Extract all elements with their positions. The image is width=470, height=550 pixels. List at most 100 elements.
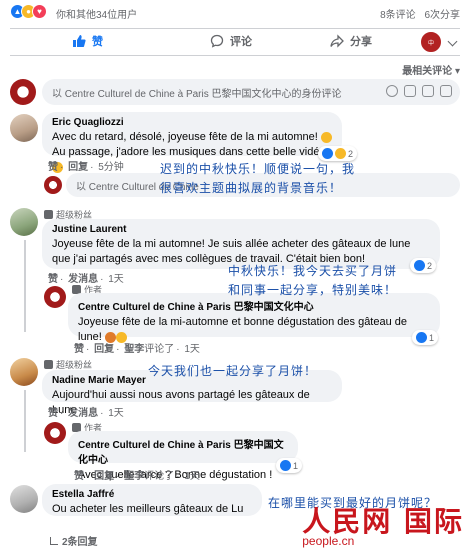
- diamond-icon: [44, 210, 53, 219]
- estella-avatar[interactable]: [10, 485, 38, 513]
- reply-arrow-icon: [50, 536, 58, 545]
- reply-like-link[interactable]: 赞: [74, 344, 84, 355]
- reactions-summary-bar: ▲ ● ♥ 你和其他34位用户 8条评论 6次分享: [0, 0, 470, 24]
- chevron-down-icon[interactable]: [447, 36, 458, 47]
- reply-time[interactable]: 1天: [184, 471, 200, 482]
- sticker-icon[interactable]: [440, 85, 452, 97]
- reaction-count-number: 1: [293, 460, 299, 471]
- reply-reaction-count[interactable]: 1: [276, 458, 303, 473]
- reaction-count-number: 1: [429, 332, 435, 343]
- translation-overlay-3: 今天我们也一起分享了月饼！: [148, 362, 317, 381]
- reply-author[interactable]: Centre Culturel de Chine à Paris 巴黎中国文化中…: [78, 298, 430, 313]
- comment-like-link[interactable]: 赞: [48, 408, 58, 419]
- comment-reply-link[interactable]: 发消息: [68, 408, 98, 419]
- reactions-summary-text[interactable]: 你和其他34位用户: [56, 6, 137, 21]
- comment-input-tools: [386, 85, 452, 97]
- translation-overlay-2: 中秋快乐！我今天去买了月饼 和同事一起分享，特别美味！: [228, 262, 397, 300]
- reply-by-suffix: 评论了: [144, 471, 175, 482]
- comment-like-link[interactable]: 赞: [48, 162, 58, 173]
- thumbs-up-icon: [73, 35, 86, 47]
- replier-avatar: [44, 176, 62, 194]
- camera-icon[interactable]: [404, 85, 416, 97]
- comment-text: Avec du retard, désolé, joyeuse fête de …: [52, 131, 318, 143]
- comment-sort-dropdown[interactable]: 最相关评论 ▾: [402, 62, 460, 77]
- justine-avatar[interactable]: [10, 208, 38, 236]
- comment-text: Ou acheter les meilleurs gâteaux de Lu: [52, 503, 244, 515]
- comment-time[interactable]: 1天: [108, 408, 124, 419]
- translation-line: 和同事一起分享，特别美味！: [228, 283, 398, 297]
- like-reaction-icon: [322, 148, 333, 159]
- comment-meta: 赞 · 发消息 · 1天: [48, 408, 124, 419]
- comment-input[interactable]: 以 Centre Culturel de Chine à Paris 巴黎中国文…: [42, 79, 460, 105]
- author-reply-avatar[interactable]: [44, 286, 66, 308]
- eric-avatar[interactable]: [10, 114, 38, 142]
- reaction-count-number: 2: [348, 148, 354, 159]
- reply-reply-link[interactable]: 回复: [94, 471, 114, 482]
- thread-line: [24, 240, 26, 332]
- like-reaction-icon: [416, 332, 427, 343]
- share-arrow-icon: [330, 34, 344, 48]
- comment-icon: [210, 34, 224, 48]
- reply-reaction-count[interactable]: 1: [412, 330, 439, 345]
- author-reply-avatar[interactable]: [44, 422, 66, 444]
- commenter-avatar[interactable]: [10, 79, 36, 105]
- like-button[interactable]: 赞: [72, 33, 103, 49]
- comment-reaction-count[interactable]: 2: [318, 146, 358, 161]
- reply-by-name[interactable]: 聖李: [124, 344, 144, 355]
- comment-time[interactable]: 5分钟: [98, 162, 124, 173]
- comment-text: Au passage, j'adore les musiques dans ce…: [52, 146, 326, 158]
- share-button[interactable]: 分享: [330, 33, 372, 49]
- like-reaction-icon: [414, 260, 425, 271]
- sort-label: 最相关评论: [402, 66, 453, 77]
- comment-author[interactable]: Justine Laurent: [52, 224, 430, 235]
- share-button-label: 分享: [350, 36, 372, 48]
- comments-shares-count: 8条评论 6次分享: [380, 6, 460, 21]
- reply-meta: 赞 · 回复 · 聖李评论了 · 1天: [74, 471, 200, 482]
- comment-bubble: Estella Jaffré Ou acheter les meilleurs …: [42, 484, 262, 516]
- translation-line: 迟到的中秋快乐！顺便说一句，我: [160, 162, 356, 176]
- reaction-icons[interactable]: ▲ ● ♥: [10, 4, 47, 19]
- translation-overlay-1: 迟到的中秋快乐！顺便说一句，我 很喜欢主题曲拟展的背景音乐！: [160, 160, 355, 198]
- translation-line: 中秋快乐！我今天去买了月饼: [228, 264, 398, 278]
- comment-button-label: 评论: [230, 36, 252, 48]
- thread-line: [24, 390, 26, 452]
- nadine-avatar[interactable]: [10, 358, 38, 386]
- reply-bubble: Centre Culturel de Chine à Paris 巴黎中国文化中…: [68, 431, 298, 481]
- comment-like-link[interactable]: 赞: [48, 274, 58, 285]
- like-reaction-icon: [280, 460, 291, 471]
- comments-count[interactable]: 8条评论: [380, 10, 416, 21]
- comment-input-placeholder: 以 Centre Culturel de Chine à Paris 巴黎中国文…: [52, 88, 342, 100]
- comment-time[interactable]: 1天: [108, 274, 124, 285]
- more-replies-label: 2条回复: [62, 537, 98, 548]
- comment-text-line: Avec du retard, désolé, joyeuse fête de …: [52, 130, 332, 145]
- comment-bubble: Eric Quagliozzi Avec du retard, désolé, …: [42, 112, 342, 173]
- comment-author[interactable]: Estella Jaffré: [52, 489, 252, 500]
- reply-meta: 赞 · 回复 · 聖李评论了 · 1天: [74, 344, 200, 355]
- comment-author[interactable]: Eric Quagliozzi: [52, 117, 332, 128]
- like-button-label: 赞: [92, 36, 103, 48]
- reply-time[interactable]: 1天: [184, 344, 200, 355]
- post-action-bar: 赞 评论 分享 中: [10, 28, 460, 56]
- haha-reaction-icon: [335, 148, 346, 159]
- emoji-icon[interactable]: [386, 85, 398, 97]
- reply-by-suffix: 评论了: [144, 344, 175, 355]
- comment-reaction-count[interactable]: 2: [410, 258, 437, 273]
- diamond-icon: [44, 360, 53, 369]
- view-more-replies[interactable]: 2条回复: [50, 533, 98, 548]
- reply-reply-link[interactable]: 回复: [94, 344, 114, 355]
- shares-count[interactable]: 6次分享: [424, 10, 460, 21]
- reply-by-name[interactable]: 聖李: [124, 471, 144, 482]
- translation-line: 今天我们也一起分享了月饼！: [148, 364, 318, 378]
- comment-button[interactable]: 评论: [210, 33, 252, 49]
- reply-text-content: Joyeuse fête de la mi-automne et bonne d…: [78, 316, 408, 343]
- translation-line: 很喜欢主题曲拟展的背景音乐！: [160, 181, 343, 195]
- sort-chevron-icon: ▾: [454, 66, 460, 77]
- reply-author[interactable]: Centre Culturel de Chine à Paris 巴黎中国文化中…: [78, 436, 288, 466]
- reaction-count-number: 2: [427, 260, 433, 271]
- comment-reply-link[interactable]: 回复: [68, 162, 88, 173]
- comment-meta: 赞 · 回复 · 5分钟: [48, 162, 124, 173]
- gif-icon[interactable]: [422, 85, 434, 97]
- people-cn-watermark: 人民网 国际 people.cn: [302, 500, 464, 548]
- reply-like-link[interactable]: 赞: [74, 471, 84, 482]
- page-avatar-selector[interactable]: 中: [420, 31, 442, 53]
